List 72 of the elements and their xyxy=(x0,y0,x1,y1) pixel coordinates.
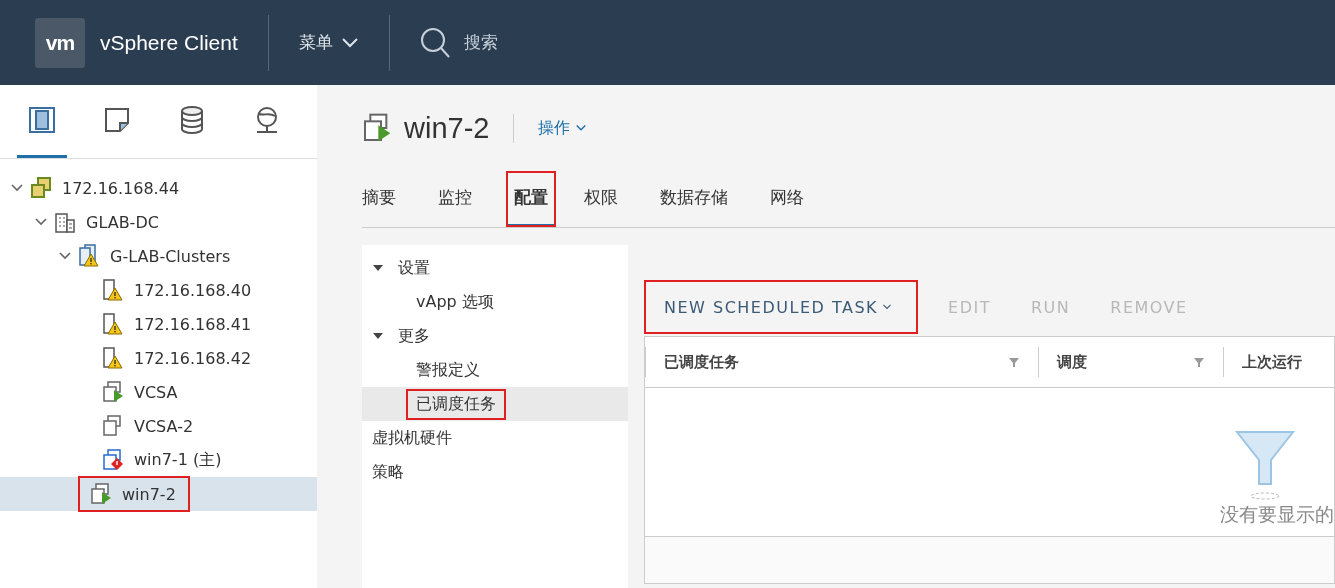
tree-row[interactable]: VCSA-2 xyxy=(0,409,317,443)
config-nav-item[interactable]: 更多 xyxy=(362,319,628,353)
tab[interactable]: 配置 xyxy=(506,171,556,227)
building-icon xyxy=(54,211,76,233)
nav-label: 虚拟机硬件 xyxy=(372,427,452,449)
chevron-down-icon xyxy=(340,36,359,49)
cluster-warning-icon xyxy=(78,244,100,268)
config-nav-item[interactable]: 虚拟机硬件 xyxy=(362,421,628,455)
tree-row[interactable]: 172.16.168.44 xyxy=(0,171,317,205)
tree-row[interactable]: 172.16.168.41 xyxy=(0,307,317,341)
column-header[interactable]: 上次运行 xyxy=(1242,352,1302,372)
host-warning-icon xyxy=(102,278,124,302)
globe-icon xyxy=(254,106,280,134)
tab[interactable]: 数据存储 xyxy=(660,171,728,227)
column-header[interactable]: 已调度任务 xyxy=(664,352,739,372)
config-nav-item[interactable]: vApp 选项 xyxy=(362,285,628,319)
tree-item-label: 172.16.168.41 xyxy=(133,313,253,336)
vm-running-icon xyxy=(362,112,392,144)
database-icon xyxy=(180,106,204,134)
filter-icon[interactable] xyxy=(1193,356,1205,368)
tab[interactable]: 网络 xyxy=(770,171,804,227)
tab[interactable]: 监控 xyxy=(438,171,472,227)
collapse-triangle-icon[interactable] xyxy=(372,263,384,273)
toolbar-button[interactable]: NEW SCHEDULED TASK xyxy=(644,280,919,334)
tab[interactable]: 摘要 xyxy=(362,171,396,227)
tree-item-label: 172.16.168.40 xyxy=(133,279,253,302)
logo[interactable]: vm xyxy=(35,17,85,68)
nav-label: vApp 选项 xyxy=(416,291,494,313)
document-icon xyxy=(104,107,130,133)
tree-item-label: win7-2 xyxy=(121,483,177,506)
host-warning-icon xyxy=(102,312,124,336)
collapse-triangle-icon[interactable] xyxy=(372,331,384,341)
nav-label: 更多 xyxy=(398,325,430,347)
column-header[interactable]: 调度 xyxy=(1057,352,1087,372)
nav-label: 警报定义 xyxy=(416,359,480,381)
tree-item-label: VCSA xyxy=(133,381,179,404)
nav-label: 设置 xyxy=(398,257,430,279)
menu-button[interactable]: 菜单 xyxy=(298,31,359,54)
vm-running-icon xyxy=(102,380,124,404)
tree-item-label: 172.16.168.44 xyxy=(61,177,181,200)
tree-item-label: win7-1 (主) xyxy=(133,448,223,471)
hosts-icon xyxy=(27,106,57,134)
tab[interactable]: 权限 xyxy=(584,171,618,227)
tree-item-label: VCSA-2 xyxy=(133,415,195,438)
vm-icon xyxy=(102,414,124,438)
vcenter-icon xyxy=(30,177,52,199)
app-title: vSphere Client xyxy=(100,30,238,55)
search-icon xyxy=(419,26,450,59)
tree-row[interactable]: GLAB-DC xyxy=(0,205,317,239)
tree-row[interactable]: G-LAB-Clusters xyxy=(0,239,317,273)
tree-item-label: 172.16.168.42 xyxy=(133,347,253,370)
config-nav-item[interactable]: 已调度任务 xyxy=(362,387,628,421)
tree-item-label: G-LAB-Clusters xyxy=(109,245,232,268)
search-field[interactable]: 搜索 xyxy=(419,26,498,59)
vm-alert-icon xyxy=(102,448,124,472)
object-title: win7-2 xyxy=(404,111,490,145)
nav-label: 策略 xyxy=(372,461,404,483)
filter-icon[interactable] xyxy=(1008,356,1020,368)
host-warning-icon xyxy=(102,346,124,370)
tree-row[interactable]: win7-1 (主) xyxy=(0,443,317,477)
config-nav-item[interactable]: 策略 xyxy=(362,455,628,489)
vm-running-icon xyxy=(90,482,112,506)
tree-row[interactable]: win7-2 xyxy=(0,477,317,511)
config-nav-item[interactable]: 警报定义 xyxy=(362,353,628,387)
config-nav-item[interactable]: 设置 xyxy=(362,251,628,285)
tree-item-label: GLAB-DC xyxy=(85,211,160,234)
nav-label: 已调度任务 xyxy=(408,390,504,418)
actions-menu[interactable]: 操作 xyxy=(513,113,594,143)
empty-message: 没有要显示的 xyxy=(1220,502,1334,527)
tree-row[interactable]: 172.16.168.40 xyxy=(0,273,317,307)
tree-row[interactable]: VCSA xyxy=(0,375,317,409)
tree-row[interactable]: 172.16.168.42 xyxy=(0,341,317,375)
